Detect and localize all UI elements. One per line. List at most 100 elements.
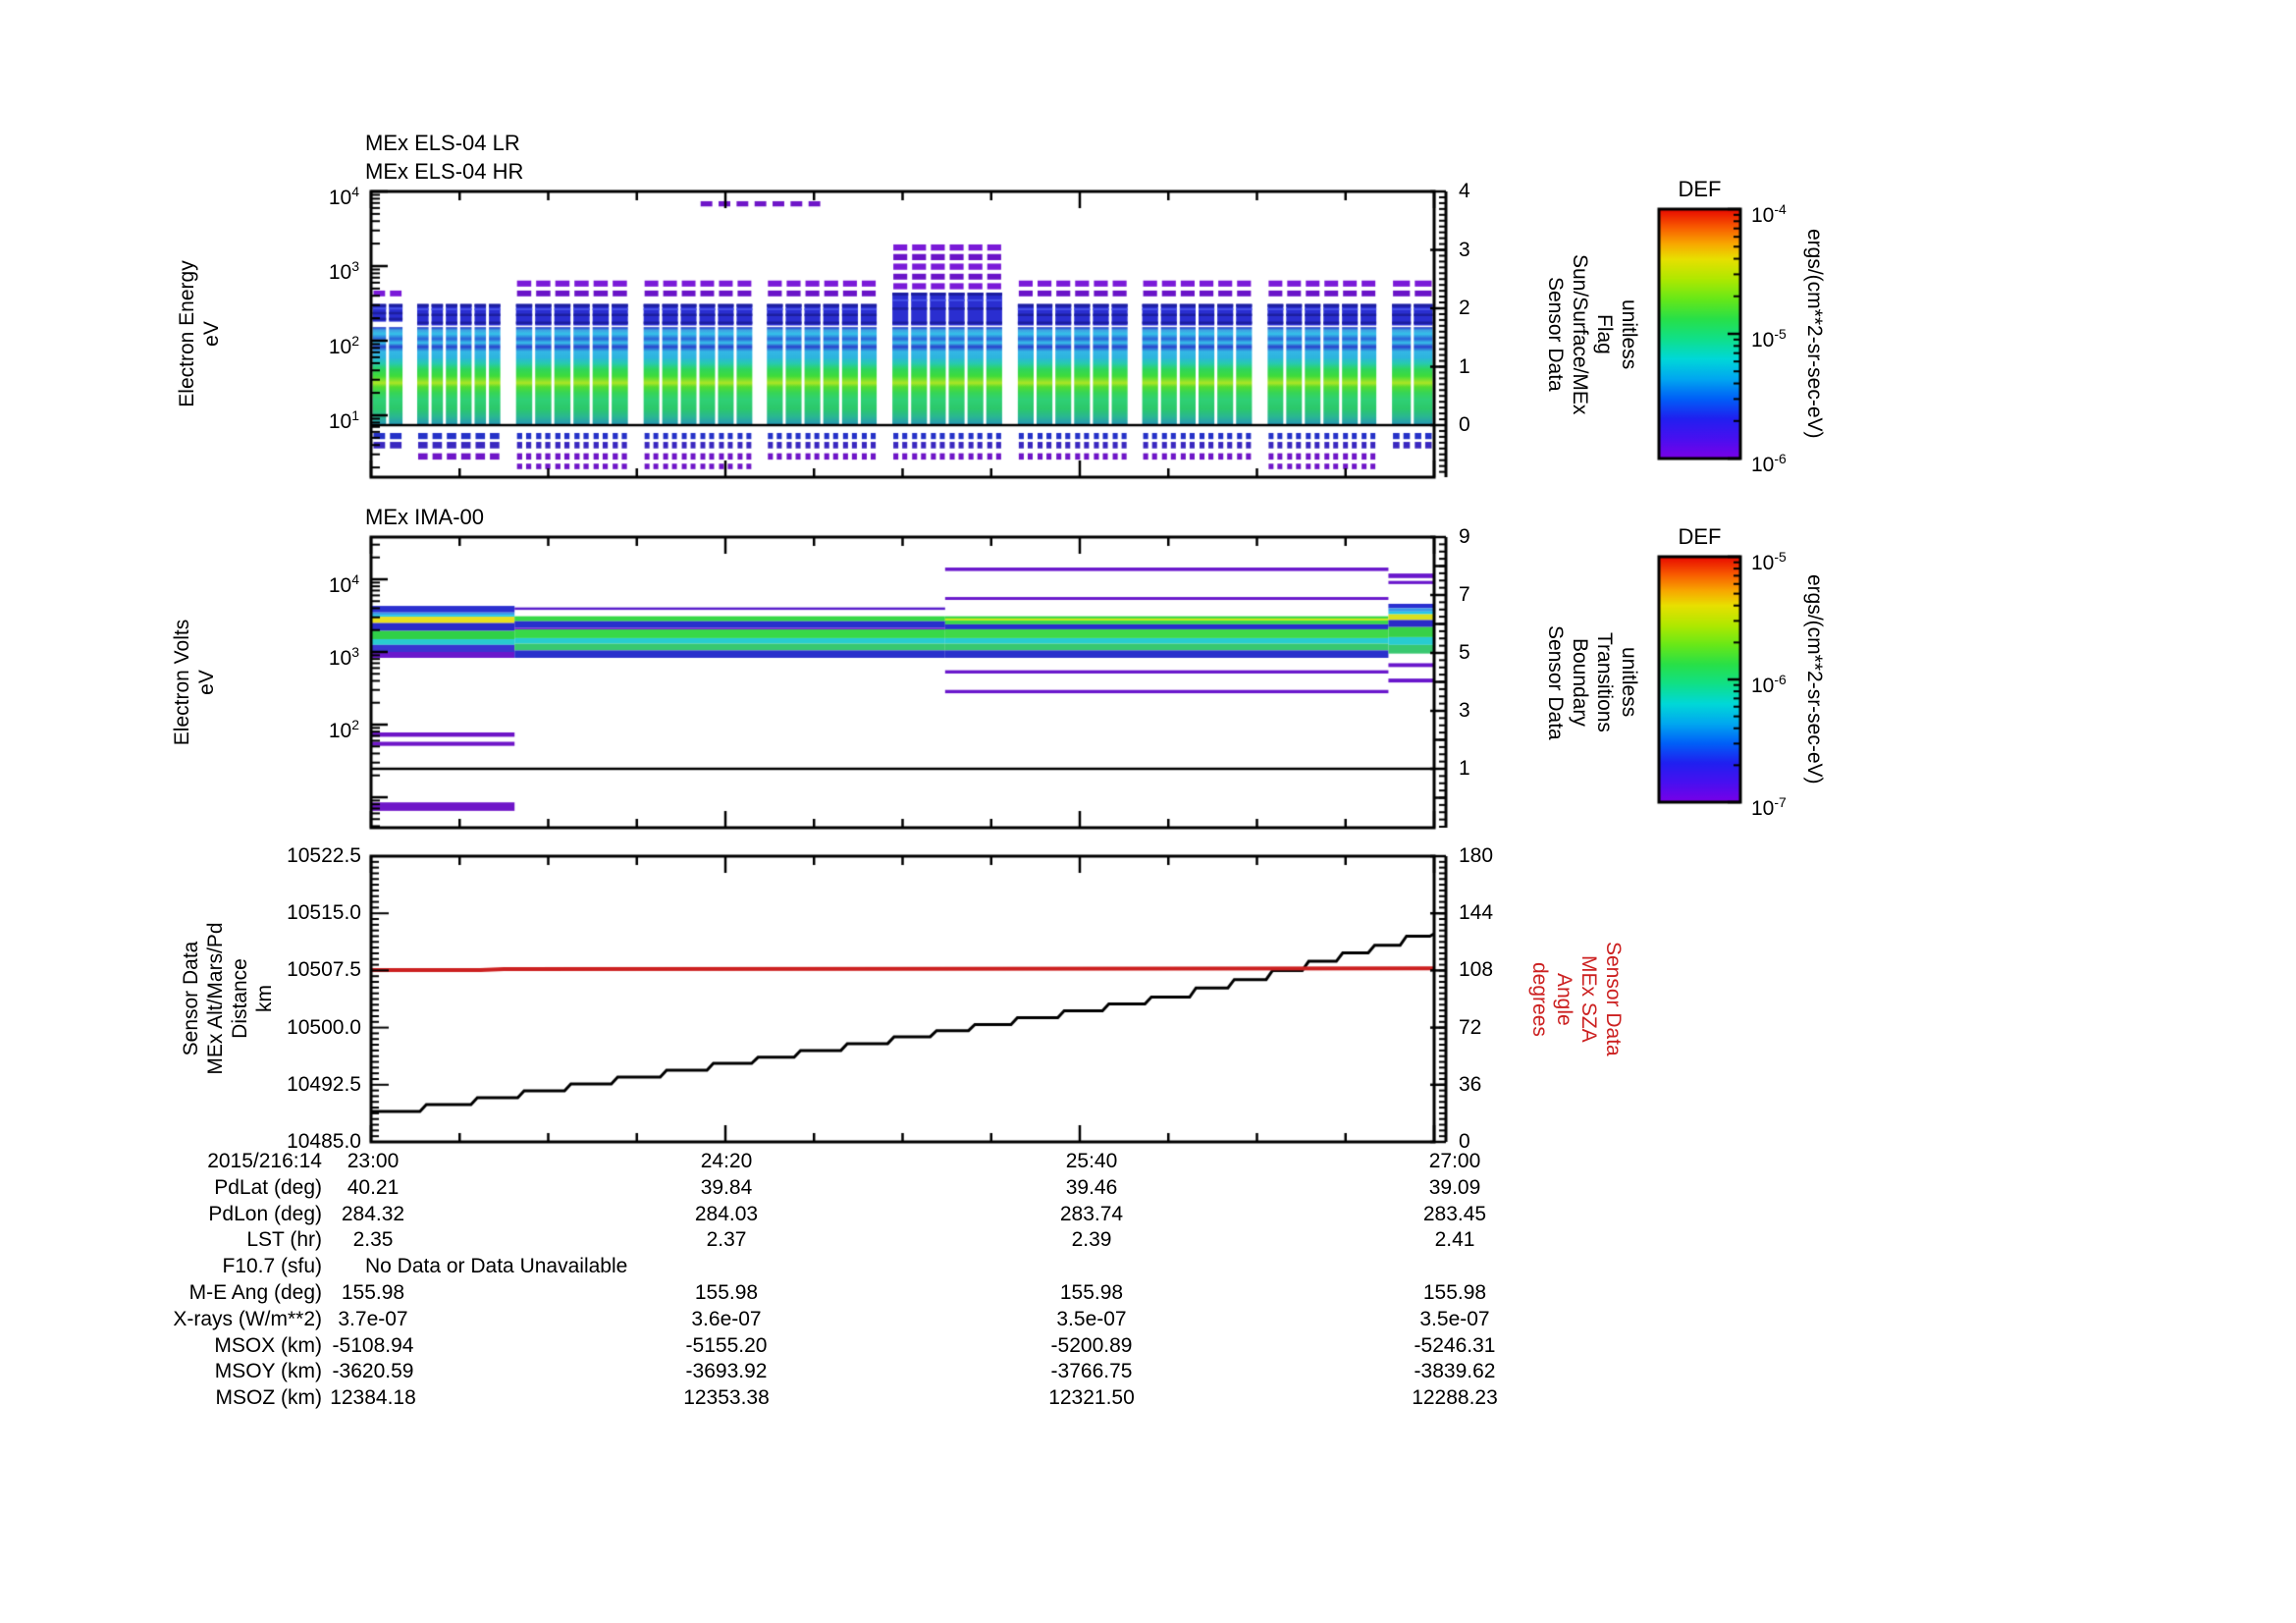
table-cell: 3.5e-07 — [1419, 1307, 1490, 1330]
ima-panel-title: MEx IMA-00 — [365, 503, 484, 531]
table-cell: -5155.20 — [685, 1333, 768, 1357]
colorbar-tick-label: 10-5 — [1751, 326, 1787, 352]
table-cell: 39.84 — [700, 1175, 753, 1199]
table-cell: 2.39 — [1071, 1228, 1112, 1252]
table-cell: 283.45 — [1422, 1202, 1487, 1225]
ima-boundary-tick-label: 5 — [1459, 641, 1470, 664]
xtick-time-label: 27:00 — [1428, 1150, 1481, 1172]
ima-boundary-tick-label: 1 — [1459, 757, 1470, 780]
colorbar-tick-label: 10-5 — [1751, 549, 1787, 574]
table-cell: -5246.31 — [1414, 1333, 1496, 1357]
ima-ytick-label: 102 — [328, 717, 359, 742]
xy-km-tick-label: 10515.0 — [287, 901, 361, 925]
xy-sza-tick-label: 144 — [1459, 901, 1494, 925]
els-flag-tick-label: 1 — [1459, 354, 1470, 378]
colorbar2-title: DEF — [1678, 524, 1722, 549]
table-cell: 3.6e-07 — [691, 1307, 762, 1330]
table-cell: 155.98 — [1422, 1281, 1487, 1304]
els-right-label-line3: Flag — [1593, 314, 1616, 354]
xy-right-label-line2: MEx SZA — [1577, 955, 1600, 1043]
xy-y-axis-label-line2: MEx Alt/Mars/Pd — [204, 922, 227, 1075]
xtick-time-label: 25:40 — [1065, 1150, 1118, 1172]
ima-ytick-label: 103 — [328, 644, 359, 670]
table-cell: -5200.89 — [1050, 1333, 1133, 1357]
els-flag-tick-label: 4 — [1459, 180, 1470, 202]
table-cell: 3.5e-07 — [1056, 1307, 1127, 1330]
xy-km-tick-label: 10507.5 — [287, 958, 361, 982]
ima-right-label-line2: Boundary — [1569, 638, 1591, 727]
xy-km-tick-label: 10492.5 — [287, 1072, 361, 1096]
xy-sza-tick-label: 180 — [1459, 844, 1494, 867]
plot-page: { "els_panel": { "titles": ["MEx ELS-04 … — [0, 0, 2296, 1623]
table-cell: -3766.75 — [1050, 1360, 1133, 1383]
els-flag-tick-label: 3 — [1459, 238, 1470, 261]
ima-right-label-line3: Transitions — [1593, 632, 1616, 732]
colorbar1-title: DEF — [1678, 177, 1722, 201]
els-ytick-label: 102 — [328, 333, 359, 358]
ima-y-axis-label: Electron Volts eV — [170, 620, 219, 745]
ima-y-axis-label-line1: Electron Volts — [171, 619, 193, 746]
table-cell: -5108.94 — [332, 1333, 414, 1357]
table-no-data-cell: No Data or Data Unavailable — [365, 1255, 628, 1278]
xy-y-axis-label-line3: Distance — [229, 958, 251, 1039]
ima-ytick-label: 104 — [328, 571, 359, 597]
ima-boundary-tick-label: 3 — [1459, 699, 1470, 722]
table-cell: 12321.50 — [1048, 1386, 1135, 1410]
xy-right-label-line3: Angle — [1553, 972, 1575, 1026]
ima-boundary-tick-label: 7 — [1459, 583, 1470, 606]
els-ytick-label: 103 — [328, 258, 359, 284]
table-cell: 155.98 — [1059, 1281, 1124, 1304]
xtick-time-label: 23:00 — [347, 1150, 400, 1172]
ima-y-axis-label-line2: eV — [195, 670, 218, 695]
table-cell: -3839.62 — [1414, 1360, 1496, 1383]
els-flag-tick-label: 2 — [1459, 297, 1470, 319]
xy-right-label-line4: degrees — [1528, 961, 1551, 1037]
els-right-axis-label: Sensor Data Sun/Surface/MEx Flag unitles… — [1543, 191, 1641, 477]
table-cell: -3693.92 — [685, 1360, 768, 1383]
table-cell: 3.7e-07 — [338, 1307, 408, 1330]
table-cell: 12288.23 — [1412, 1386, 1498, 1410]
xy-sza-tick-label: 36 — [1459, 1072, 1482, 1096]
els-flag-tick-label: 0 — [1459, 413, 1470, 436]
els-ytick-label: 101 — [328, 407, 359, 433]
xy-right-axis-label: Sensor Data MEx SZA Angle degrees — [1527, 856, 1626, 1142]
xy-km-tick-label: 10500.0 — [287, 1015, 361, 1039]
table-cell: 284.03 — [694, 1202, 759, 1225]
els-right-label-line1: Sensor Data — [1544, 277, 1567, 392]
els-y-axis-label-line2: eV — [200, 321, 223, 347]
table-cell: 39.46 — [1065, 1175, 1118, 1199]
table-cell: 40.21 — [347, 1175, 400, 1199]
xy-y-axis-label-line4: km — [253, 985, 276, 1013]
table-cell: 2.41 — [1434, 1228, 1475, 1252]
xy-y-axis-label: Sensor Data MEx Alt/Mars/Pd Distance km — [179, 922, 277, 1074]
colorbar1-unit-label: ergs/(cm**2-sr-sec-eV) — [1803, 229, 1826, 439]
xy-y-axis-label-line1: Sensor Data — [180, 941, 202, 1056]
xy-km-tick-label: 10522.5 — [287, 844, 361, 867]
table-cell: 2.37 — [706, 1228, 747, 1252]
xtick-time-label: 24:20 — [700, 1150, 753, 1172]
colorbar-tick-label: 10-7 — [1751, 794, 1787, 820]
ima-right-axis-label: Sensor Data Boundary Transitions unitles… — [1543, 537, 1641, 828]
ima-right-label-line1: Sensor Data — [1544, 624, 1567, 740]
els-panel-titles: MEx ELS-04 LR MEx ELS-04 HR — [365, 129, 523, 186]
table-cell: -3620.59 — [332, 1360, 414, 1383]
els-title-hr: MEx ELS-04 HR — [365, 159, 524, 184]
xy-sza-tick-label: 108 — [1459, 958, 1494, 982]
table-cell: 12353.38 — [683, 1386, 770, 1410]
els-y-axis-label-line1: Electron Energy — [176, 260, 198, 407]
els-title-lr: MEx ELS-04 LR — [365, 131, 520, 155]
table-cell: 284.32 — [341, 1202, 405, 1225]
els-ytick-label: 104 — [328, 184, 359, 209]
ima-right-label-line4: unitless — [1618, 647, 1640, 718]
table-cell: 39.09 — [1428, 1175, 1481, 1199]
els-y-axis-label: Electron Energy eV — [175, 260, 224, 406]
ima-title: MEx IMA-00 — [365, 505, 485, 529]
table-cell: 12384.18 — [330, 1386, 416, 1410]
xy-sza-tick-label: 72 — [1459, 1015, 1482, 1039]
table-row-label: F10.7 (sfu) — [222, 1255, 322, 1278]
ima-boundary-tick-label: 9 — [1459, 525, 1470, 548]
colorbar-tick-label: 10-4 — [1751, 201, 1787, 227]
table-cell: 155.98 — [694, 1281, 759, 1304]
colorbar-tick-label: 10-6 — [1751, 672, 1787, 697]
xy-right-label-line1: Sensor Data — [1602, 942, 1625, 1056]
